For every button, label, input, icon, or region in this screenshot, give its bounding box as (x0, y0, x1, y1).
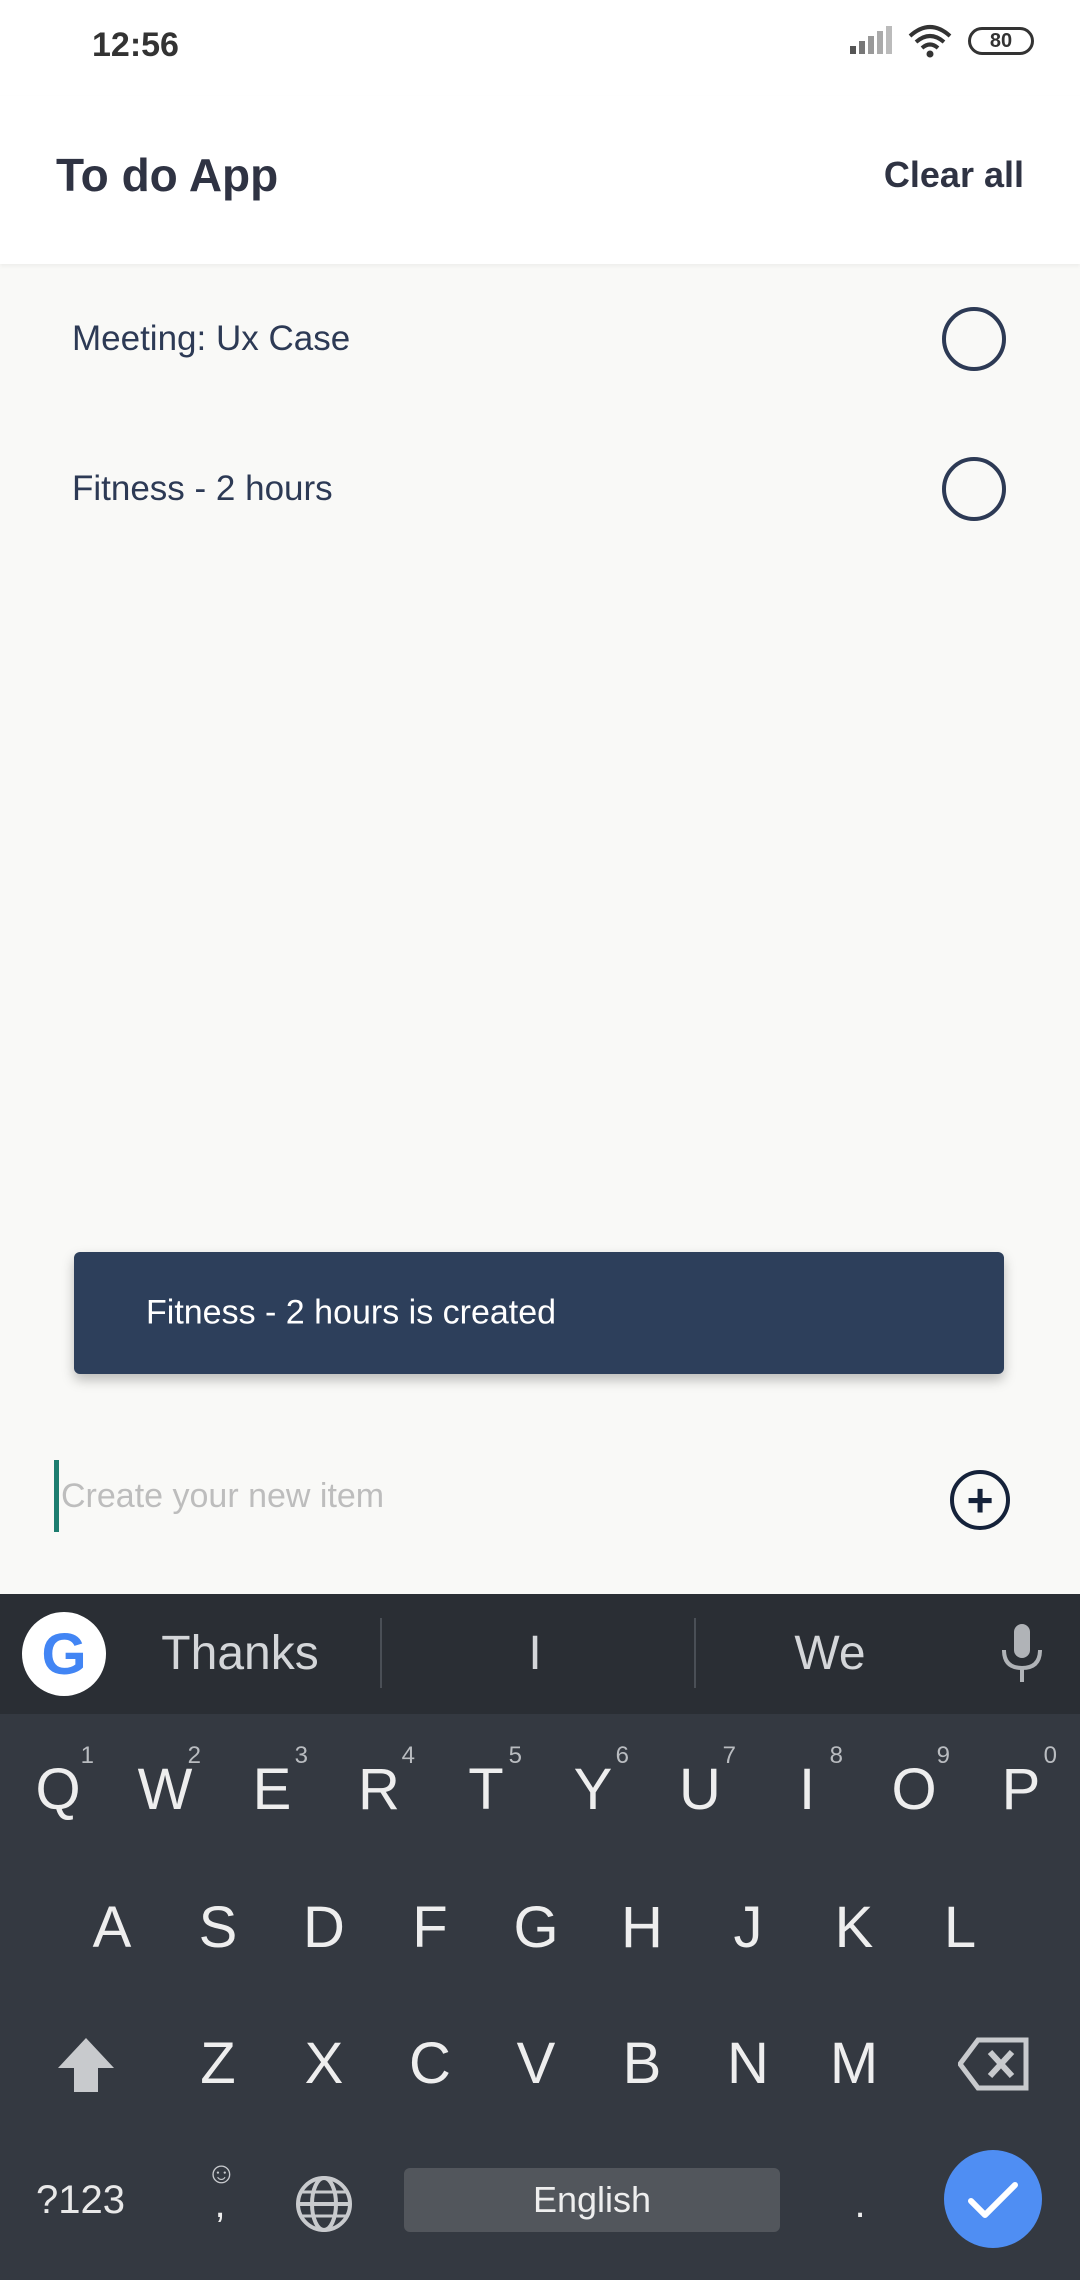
google-icon[interactable]: G (22, 1612, 106, 1696)
battery-level: 80 (989, 29, 1013, 52)
key-u[interactable]: U7 (650, 1730, 750, 1850)
key-o[interactable]: O9 (864, 1730, 964, 1850)
key-z[interactable]: Z (168, 2004, 268, 2124)
period-key[interactable]: . (810, 2144, 910, 2264)
key-g[interactable]: G (486, 1868, 586, 1988)
emoji-comma-key[interactable]: ☺ , (170, 2144, 270, 2264)
key-r[interactable]: R4 (329, 1730, 429, 1850)
key-k[interactable]: K (804, 1868, 904, 1988)
suggestion-1[interactable]: Thanks (130, 1594, 350, 1714)
signal-icon (850, 26, 892, 54)
status-time: 12:56 (92, 26, 179, 64)
key-t[interactable]: T5 (436, 1730, 536, 1850)
symbols-key[interactable]: ?123 (36, 2168, 146, 2232)
backspace-icon (956, 2037, 1029, 2091)
app-bar: To do App Clear all (0, 96, 1080, 264)
space-bar[interactable]: English (404, 2168, 780, 2232)
microphone-icon[interactable] (992, 1620, 1052, 1690)
key-p[interactable]: P0 (971, 1730, 1071, 1850)
page-title: To do App (56, 149, 279, 201)
key-e[interactable]: E3 (222, 1730, 322, 1850)
key-v[interactable]: V (486, 2004, 586, 2124)
key-x[interactable]: X (274, 2004, 374, 2124)
todo-checkbox[interactable] (942, 457, 1006, 521)
check-icon (968, 2182, 1018, 2218)
plus-icon: + (966, 1474, 994, 1526)
key-s[interactable]: S (168, 1868, 268, 1988)
backspace-key[interactable] (944, 2004, 1044, 2124)
list-item[interactable]: Meeting: Ux Case (0, 264, 1080, 414)
key-y[interactable]: Y6 (543, 1730, 643, 1850)
key-h[interactable]: H (592, 1868, 692, 1988)
key-n[interactable]: N (698, 2004, 798, 2124)
language-key[interactable] (274, 2144, 374, 2264)
suggestion-bar: G Thanks I We (0, 1594, 1080, 1714)
snackbar: Fitness - 2 hours is created (74, 1252, 1004, 1374)
key-l[interactable]: L (910, 1868, 1010, 1988)
globe-icon (296, 2176, 352, 2232)
key-d[interactable]: D (274, 1868, 374, 1988)
suggestion-3[interactable]: We (720, 1594, 940, 1714)
new-item-input[interactable] (54, 1460, 863, 1532)
key-j[interactable]: J (698, 1868, 798, 1988)
suggestion-divider (380, 1618, 382, 1688)
new-item-row: + (0, 1440, 1080, 1560)
todo-label: Fitness - 2 hours (72, 469, 333, 508)
emoji-icon: ☺ (206, 2157, 237, 2190)
shift-icon (58, 2038, 114, 2092)
enter-button[interactable] (944, 2150, 1042, 2248)
suggestion-2[interactable]: I (430, 1594, 640, 1714)
key-w[interactable]: W2 (115, 1730, 215, 1850)
wifi-icon (908, 25, 952, 58)
status-icons: 80 (848, 24, 1034, 58)
key-a[interactable]: A (62, 1868, 162, 1988)
shift-key[interactable] (36, 2004, 136, 2124)
add-item-button[interactable]: + (950, 1470, 1010, 1530)
battery-icon: 80 (968, 27, 1034, 55)
status-bar: 12:56 80 (0, 0, 1080, 96)
suggestion-divider (694, 1618, 696, 1688)
list-item[interactable]: Fitness - 2 hours (0, 414, 1080, 564)
key-q[interactable]: Q1 (8, 1730, 108, 1850)
key-m[interactable]: M (804, 2004, 904, 2124)
keyboard: G Thanks I We Q1 W2 E3 R4 T5 Y6 U7 I8 O9… (0, 1594, 1080, 2280)
clear-all-button[interactable]: Clear all (884, 154, 1024, 196)
key-b[interactable]: B (592, 2004, 692, 2124)
todo-label: Meeting: Ux Case (72, 319, 351, 358)
key-i[interactable]: I8 (757, 1730, 857, 1850)
todo-checkbox[interactable] (942, 307, 1006, 371)
key-c[interactable]: C (380, 2004, 480, 2124)
snackbar-message: Fitness - 2 hours is created (146, 1293, 557, 1332)
key-f[interactable]: F (380, 1868, 480, 1988)
